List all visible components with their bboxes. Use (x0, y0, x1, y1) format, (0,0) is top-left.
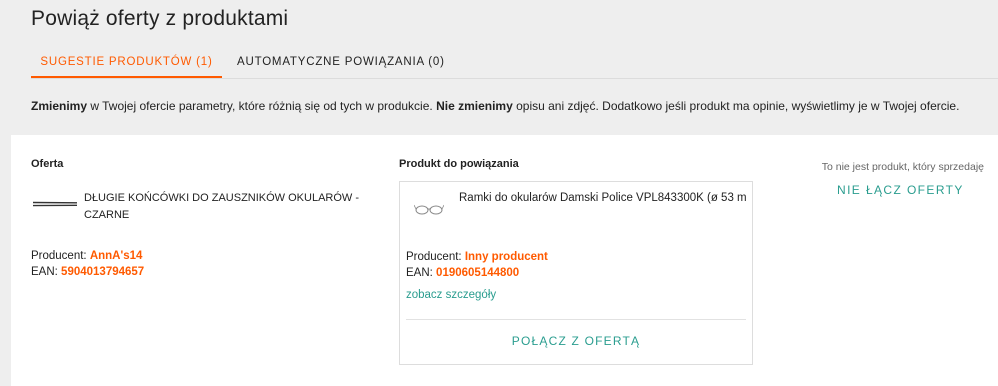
tab-automatic-links[interactable]: AUTOMATYCZNE POWIĄZANIA (0) (237, 46, 445, 78)
offer-ean-label: EAN: (31, 266, 62, 278)
product-producer: Producent: Inny producent (406, 249, 548, 265)
offer-name: DŁUGIE KOŃCÓWKI DO ZAUSZNIKÓW OKULARÓW -… (84, 192, 360, 221)
tabs-divider (31, 78, 998, 79)
info-bold-2: Nie zmienimy (436, 99, 513, 113)
product-heading: Produkt do powiązania (399, 158, 519, 170)
product-name: Ramki do okularów Damski Police VPL84330… (459, 192, 747, 204)
offer-heading: Oferta (31, 158, 64, 170)
product-box: Ramki do okularów Damski Police VPL84330… (399, 181, 753, 365)
product-producer-value: Inny producent (464, 251, 548, 263)
dont-link-offer-button[interactable]: NIE ŁĄCZ OFERTY (837, 183, 964, 197)
product-box-divider (406, 319, 746, 320)
offer-producer: Producent: AnnA's14 (31, 248, 142, 264)
not-my-product-hint: To nie jest produkt, który sprzedaję (821, 161, 984, 173)
product-ean: EAN: 0190605144800 (406, 265, 519, 281)
info-text-2: opisu ani zdjęć. Dodatkowo jeśli produkt… (512, 99, 960, 113)
offer-image (32, 201, 78, 207)
product-producer-label: Producent: (406, 251, 465, 263)
product-image (414, 204, 444, 215)
connect-with-offer-button[interactable]: POŁĄCZ Z OFERTĄ (406, 330, 746, 352)
product-details-link[interactable]: zobacz szczegóły (406, 289, 496, 301)
info-bold-1: Zmienimy (31, 99, 88, 113)
offer-producer-value: AnnA's14 (89, 250, 143, 262)
product-ean-label: EAN: (406, 267, 437, 279)
tab-bar: SUGESTIE PRODUKTÓW (1) AUTOMATYCZNE POWI… (31, 46, 998, 78)
suggestion-card: Oferta DŁUGIE KOŃCÓWKI DO ZAUSZNIKÓW OKU… (11, 135, 998, 386)
tab-product-suggestions[interactable]: SUGESTIE PRODUKTÓW (1) (31, 46, 222, 78)
offer-producer-label: Producent: (31, 250, 90, 262)
info-text-1: w Twojej ofercie parametry, które różnią… (87, 99, 437, 113)
info-text: Zmienimy w Twojej ofercie parametry, któ… (31, 99, 959, 113)
offer-ean-value: 5904013794657 (61, 266, 145, 278)
offer-ean: EAN: 5904013794657 (31, 264, 144, 280)
product-ean-value: 0190605144800 (436, 267, 520, 279)
page-title: Powiąż oferty z produktami (31, 7, 289, 30)
